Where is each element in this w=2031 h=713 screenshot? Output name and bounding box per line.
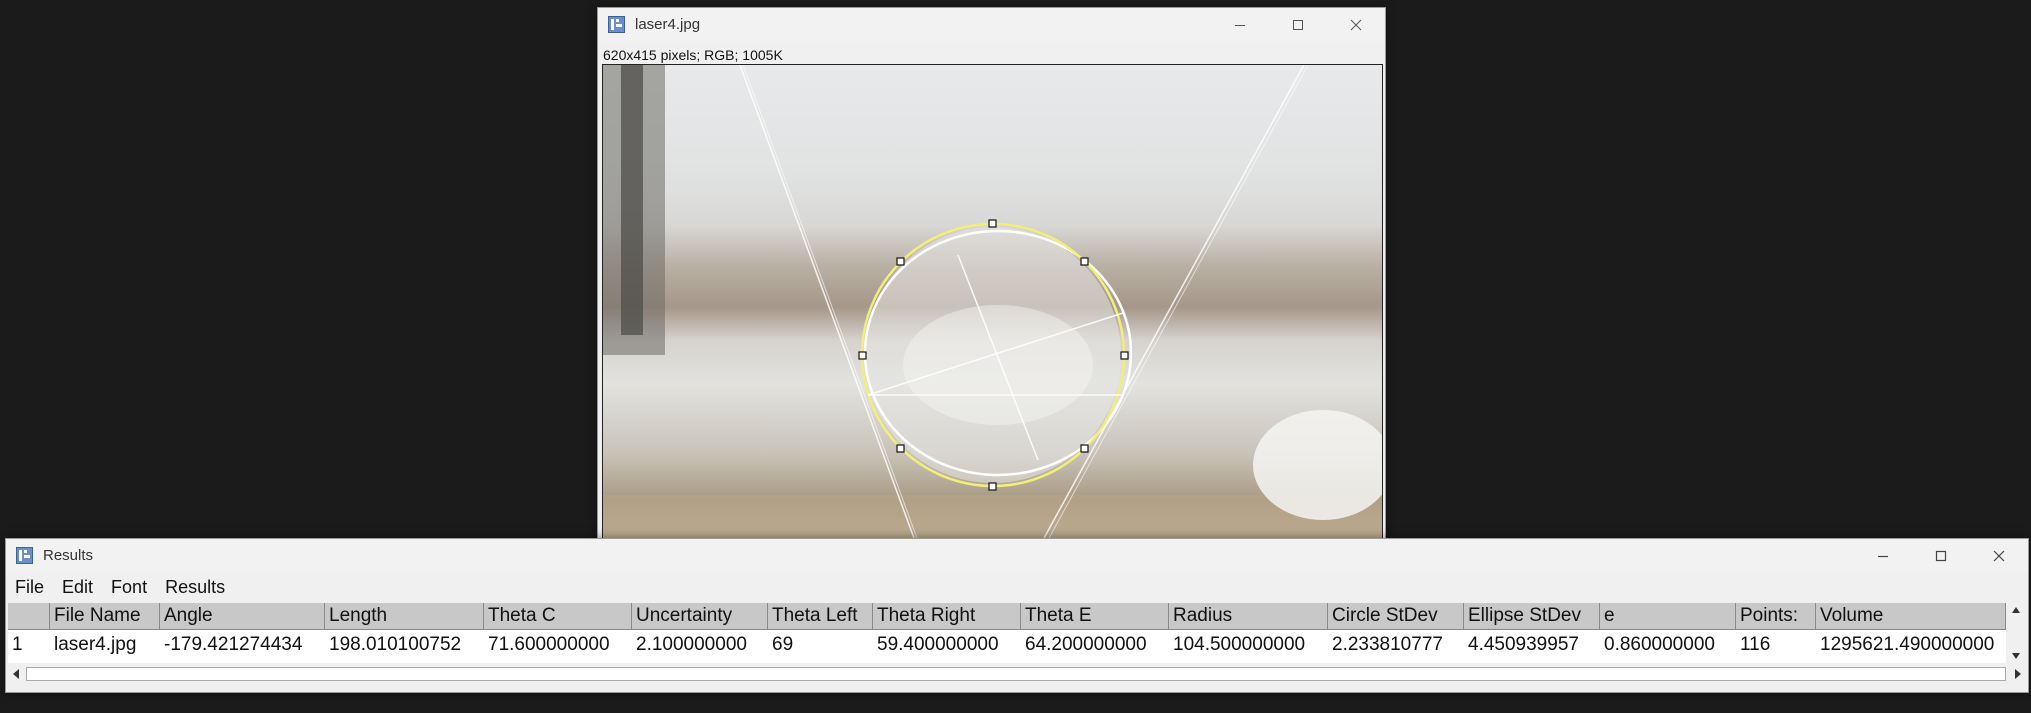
column-header[interactable]: Ellipse StDev bbox=[1464, 603, 1600, 629]
table-header: File Name Angle Length Theta C Uncertain… bbox=[8, 603, 2006, 630]
handle-left bbox=[858, 351, 867, 360]
table-row[interactable]: 1 laser4.jpg -179.421274434 198.01010075… bbox=[8, 630, 2006, 660]
table-cell: 1295621.490000000 bbox=[1820, 634, 1995, 655]
handle-bottom bbox=[988, 482, 997, 491]
column-header[interactable]: e bbox=[1600, 603, 1736, 629]
close-button[interactable] bbox=[1327, 8, 1385, 41]
table-cell: 69 bbox=[772, 634, 794, 655]
image-canvas[interactable] bbox=[602, 64, 1383, 550]
column-header[interactable]: File Name bbox=[50, 603, 160, 629]
image-window[interactable]: laser4.jpg 620x415 pixels; RGB; 1005K bbox=[597, 7, 1386, 550]
image-window-titlebar[interactable]: laser4.jpg bbox=[598, 8, 1385, 41]
maximize-button[interactable] bbox=[1912, 539, 1970, 572]
column-header[interactable]: Theta Left bbox=[768, 603, 873, 629]
table-cell: 104.500000000 bbox=[1173, 634, 1306, 655]
imagej-icon bbox=[15, 547, 33, 565]
column-header[interactable]: Radius bbox=[1169, 603, 1328, 629]
table-cell: 2.100000000 bbox=[636, 634, 747, 655]
horizontal-scrollbar[interactable] bbox=[8, 665, 2026, 683]
table-cell: 0.860000000 bbox=[1604, 634, 1715, 655]
handle-top bbox=[988, 219, 997, 228]
close-icon bbox=[1350, 19, 1362, 30]
table-cell: -179.421274434 bbox=[164, 634, 303, 655]
column-header[interactable]: Length bbox=[325, 603, 484, 629]
column-header-index[interactable] bbox=[8, 603, 50, 629]
imagej-icon bbox=[607, 16, 625, 34]
image-content bbox=[603, 65, 1382, 549]
maximize-icon bbox=[1293, 19, 1303, 30]
table-cell: 4.450939957 bbox=[1468, 634, 1579, 655]
image-window-title: laser4.jpg bbox=[635, 16, 701, 33]
scrollbar-thumb[interactable] bbox=[26, 667, 2006, 681]
close-button[interactable] bbox=[1970, 539, 2028, 572]
column-header[interactable]: Circle StDev bbox=[1328, 603, 1464, 629]
maximize-icon bbox=[1935, 550, 1947, 561]
scroll-arrows-icon bbox=[2012, 607, 2020, 659]
handle-top-right bbox=[1080, 257, 1089, 266]
vertical-scrollbar[interactable] bbox=[2006, 603, 2026, 663]
menu-file[interactable]: File bbox=[6, 577, 53, 598]
table-cell: 198.010100752 bbox=[329, 634, 462, 655]
column-header[interactable]: Theta Right bbox=[873, 603, 1021, 629]
table-cell: 2.233810777 bbox=[1332, 634, 1443, 655]
scroll-left-icon bbox=[13, 669, 19, 679]
table-cell: 64.200000000 bbox=[1025, 634, 1147, 655]
handle-top-left bbox=[896, 257, 905, 266]
menu-results[interactable]: Results bbox=[156, 577, 234, 598]
handle-bottom-left bbox=[896, 444, 905, 453]
results-menubar: File Edit Font Results bbox=[6, 574, 234, 600]
column-header[interactable]: Theta C bbox=[484, 603, 632, 629]
column-header[interactable]: Angle bbox=[160, 603, 325, 629]
results-window[interactable]: Results File Edit Font Results File Name… bbox=[5, 538, 2029, 693]
background-post-edge bbox=[621, 65, 643, 335]
menu-edit[interactable]: Edit bbox=[53, 577, 102, 598]
menu-font[interactable]: Font bbox=[102, 577, 156, 598]
table-cell: laser4.jpg bbox=[54, 634, 137, 655]
column-header[interactable]: Theta E bbox=[1021, 603, 1169, 629]
results-window-title: Results bbox=[43, 547, 94, 564]
table-cell: 71.600000000 bbox=[488, 634, 610, 655]
scroll-right-icon bbox=[2015, 669, 2021, 679]
close-icon bbox=[1993, 550, 2005, 561]
minimize-button[interactable] bbox=[1854, 539, 1912, 572]
column-header[interactable]: Uncertainty bbox=[632, 603, 768, 629]
handle-bottom-right bbox=[1080, 444, 1089, 453]
minimize-icon bbox=[1878, 555, 1888, 557]
minimize-icon bbox=[1235, 24, 1245, 26]
table-cell: 59.400000000 bbox=[877, 634, 999, 655]
minimize-button[interactable] bbox=[1211, 8, 1269, 41]
handle-right bbox=[1120, 351, 1129, 360]
results-table[interactable]: File Name Angle Length Theta C Uncertain… bbox=[8, 603, 2006, 663]
image-info: 620x415 pixels; RGB; 1005K bbox=[603, 47, 783, 63]
maximize-button[interactable] bbox=[1269, 8, 1327, 41]
column-header[interactable]: Volume bbox=[1816, 603, 2006, 629]
table-cell: 1 bbox=[12, 634, 23, 655]
results-window-titlebar[interactable]: Results bbox=[6, 539, 2028, 572]
table-cell: 116 bbox=[1740, 634, 1771, 655]
column-header[interactable]: Points: bbox=[1736, 603, 1816, 629]
